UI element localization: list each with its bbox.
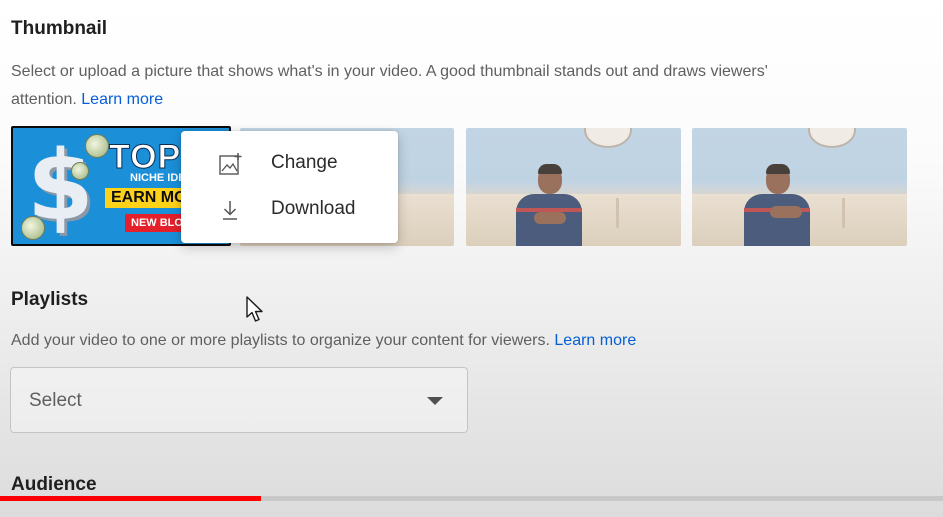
audience-heading: Audience bbox=[11, 474, 97, 495]
playlists-description: Add your video to one or more playlists … bbox=[11, 327, 636, 355]
arrow-drop-down-icon bbox=[427, 397, 443, 405]
playlists-heading: Playlists bbox=[11, 289, 89, 310]
thumbnail-learn-more-link[interactable]: Learn more bbox=[81, 91, 163, 108]
thumbnail-new-blog-text: NEW BLO bbox=[125, 214, 189, 232]
download-icon bbox=[223, 201, 237, 220]
auto-thumbnail-2[interactable] bbox=[466, 128, 681, 246]
coin-graphic bbox=[21, 216, 45, 240]
thumbnail-description-line1: Select or upload a picture that shows wh… bbox=[11, 63, 768, 80]
person-graphic bbox=[512, 164, 586, 246]
thumbnail-options-menu: Change Download bbox=[181, 131, 398, 243]
menu-item-download-label: Download bbox=[271, 198, 356, 219]
thumbnail-description-line2: attention. bbox=[11, 91, 77, 108]
video-progress-bar[interactable] bbox=[0, 496, 943, 501]
wall-clock-graphic bbox=[584, 128, 632, 148]
couch-seam bbox=[842, 198, 845, 228]
mouse-pointer-icon bbox=[246, 296, 263, 322]
menu-item-download[interactable]: Download bbox=[181, 187, 398, 231]
video-progress-fill bbox=[0, 496, 262, 501]
wall-clock-graphic bbox=[808, 128, 856, 148]
menu-item-change[interactable]: Change bbox=[181, 141, 398, 185]
thumbnail-earn-text: EARN MO bbox=[105, 188, 193, 208]
playlists-description-text: Add your video to one or more playlists … bbox=[11, 332, 550, 349]
add-photo-icon bbox=[219, 153, 242, 175]
playlists-learn-more-link[interactable]: Learn more bbox=[554, 332, 636, 349]
thumbnail-niche-text: NICHE IDE bbox=[130, 172, 186, 184]
coin-graphic bbox=[85, 134, 109, 158]
person-graphic bbox=[740, 164, 814, 246]
thumbnail-heading: Thumbnail bbox=[11, 18, 108, 39]
playlist-select-value: Select bbox=[29, 390, 82, 411]
thumbnail-description: Select or upload a picture that shows wh… bbox=[11, 58, 931, 114]
coin-graphic bbox=[71, 162, 89, 180]
playlist-select[interactable]: Select bbox=[10, 367, 468, 433]
auto-thumbnail-3[interactable] bbox=[692, 128, 907, 246]
couch-seam bbox=[616, 198, 619, 228]
menu-item-change-label: Change bbox=[271, 152, 338, 173]
